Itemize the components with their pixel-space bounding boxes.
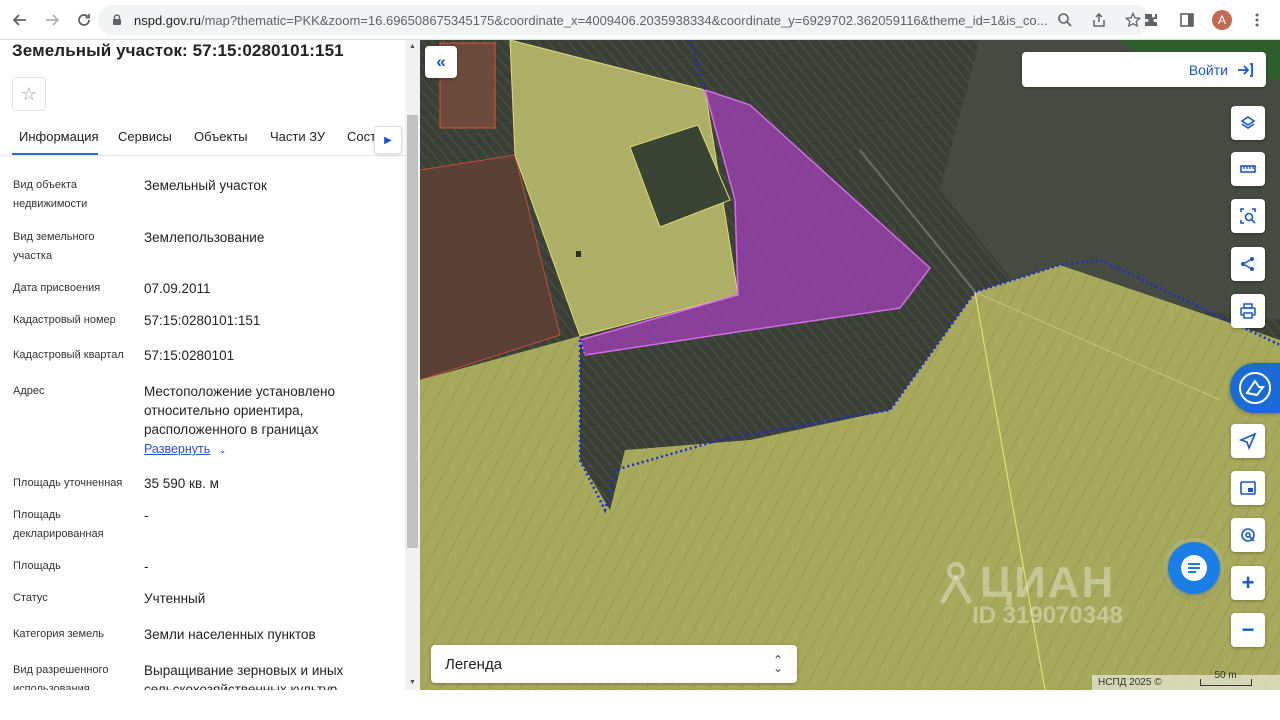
- forward-icon[interactable]: [40, 8, 64, 32]
- satellite-map: [420, 40, 1280, 690]
- attribute-value: 57:15:0280101:151: [144, 313, 261, 328]
- print-button[interactable]: [1231, 294, 1265, 328]
- attribute-label: Площадь декларированная: [13, 509, 104, 540]
- attribute-value: Землепользование: [144, 230, 265, 245]
- scroll-down-arrow-icon[interactable]: ▼: [405, 676, 420, 690]
- share-button[interactable]: [1231, 247, 1265, 281]
- attribute-label: Кадастровый номер: [13, 314, 116, 326]
- browser-menu-icon[interactable]: [1246, 9, 1268, 31]
- tabs-scroll-right-icon[interactable]: ▶: [374, 126, 402, 154]
- url-text: nspd.gov.ru/map?thematic=PKK&zoom=16.696…: [134, 12, 1048, 28]
- minimap-button[interactable]: [1231, 471, 1265, 505]
- attribute-value: 35 590 кв. м: [144, 476, 219, 491]
- expand-address-link[interactable]: Развернуть: [144, 442, 210, 456]
- chat-button[interactable]: [1168, 542, 1220, 594]
- print-icon: [1240, 303, 1256, 319]
- favorite-star-icon[interactable]: ☆: [12, 77, 46, 111]
- active-tab-indicator: [12, 153, 98, 155]
- watermark-brand: ЦИАН: [980, 558, 1116, 607]
- chat-icon: [1181, 555, 1207, 581]
- navigation-arrow-icon: [1239, 432, 1257, 450]
- watermark-id: ID 319070348: [972, 602, 1123, 629]
- attribute-value: Земли населенных пунктов: [144, 627, 316, 642]
- attribute-value: Выращивание зерновых и иных сельскохозяй…: [144, 663, 344, 690]
- scrollbar-thumb[interactable]: [407, 115, 418, 548]
- zoom-icon[interactable]: [1056, 11, 1074, 29]
- map-view[interactable]: « Войти + − ЦИАН ID 319070348 Легенда ⌃ …: [420, 40, 1280, 690]
- attribute-label: Кадастровый квартал: [13, 349, 124, 361]
- tab-parts[interactable]: Части ЗУ: [270, 129, 325, 144]
- panel-scrollbar[interactable]: ▲ ▼: [405, 40, 420, 690]
- browser-toolbar: nspd.gov.ru/map?thematic=PKK&zoom=16.696…: [0, 0, 1280, 40]
- scale-label: 50 m: [1214, 670, 1237, 681]
- tab-bar: Информация Сервисы Объекты Части ЗУ Сост…: [0, 120, 405, 156]
- attribute-label: Дата присвоения: [13, 282, 101, 294]
- attribute-value: 57:15:0280101: [144, 348, 235, 363]
- minimap-icon: [1240, 481, 1256, 495]
- attribute-value: -: [144, 508, 149, 523]
- side-panel-icon[interactable]: [1176, 9, 1198, 31]
- layers-button[interactable]: [1231, 106, 1265, 140]
- login-label: Войти: [1188, 61, 1228, 78]
- cian-logo-icon: [939, 562, 973, 605]
- attribute-value: 07.09.2011: [144, 281, 211, 296]
- extensions-icon[interactable]: [1140, 9, 1162, 31]
- login-icon: [1238, 62, 1253, 77]
- share-page-icon[interactable]: [1090, 11, 1108, 29]
- attribute-value: Земельный участок: [144, 178, 267, 193]
- address-bar[interactable]: nspd.gov.ru/map?thematic=PKK&zoom=16.696…: [98, 5, 1150, 35]
- attribute-value: -: [144, 559, 149, 574]
- attribute-label: Площадь: [13, 560, 61, 572]
- share-icon: [1241, 257, 1254, 271]
- attribute-value: Учтенный: [144, 591, 206, 606]
- scale-bar: 50 m: [1199, 671, 1252, 686]
- zoom-in-button[interactable]: +: [1231, 566, 1265, 600]
- layers-icon: [1240, 116, 1256, 129]
- site-info-icon[interactable]: [110, 13, 124, 27]
- nspd-logo-icon[interactable]: [1230, 363, 1280, 413]
- window-bottom-edge: [0, 690, 1280, 720]
- reload-icon[interactable]: [72, 8, 96, 32]
- page-title: Земельный участок: 57:15:0280101:151: [12, 41, 344, 60]
- ruler-icon: [1240, 165, 1256, 173]
- ruler-button[interactable]: [1231, 152, 1265, 186]
- attribute-label: Адрес: [13, 385, 45, 397]
- area-select-button[interactable]: [1231, 199, 1265, 233]
- area-search-icon: [1240, 208, 1256, 224]
- chevron-down-icon[interactable]: ⌄: [218, 445, 226, 456]
- profile-avatar[interactable]: А: [1212, 10, 1232, 30]
- attribute-label: Вид разрешенного использования: [13, 664, 109, 690]
- tab-services[interactable]: Сервисы: [118, 129, 172, 144]
- back-icon[interactable]: [8, 8, 32, 32]
- locate-button[interactable]: [1231, 424, 1265, 458]
- expand-toggle-icon: ⌃ ⌄: [772, 653, 783, 675]
- attribute-value: Местоположение установлено относительно …: [144, 384, 335, 437]
- tab-information[interactable]: Информация: [19, 129, 99, 144]
- attribute-label: Площадь уточненная: [13, 477, 123, 489]
- map-attribution: НСПД 2025 © 50 m: [1092, 671, 1280, 690]
- attribute-label: Категория земель: [13, 628, 104, 640]
- attribute-label: Вид объекта недвижимости: [13, 179, 88, 210]
- attribute-label: Вид земельного участка: [13, 231, 95, 262]
- info-panel: Земельный участок: 57:15:0280101:151 ☆ И…: [0, 40, 420, 690]
- tab-objects[interactable]: Объекты: [194, 129, 248, 144]
- scroll-up-arrow-icon[interactable]: ▲: [405, 40, 420, 54]
- cian-watermark: ЦИАН ID 319070348: [938, 558, 1123, 630]
- legend-label: Легенда: [445, 655, 503, 673]
- attribute-label: Статус: [13, 592, 48, 604]
- zoom-out-button[interactable]: −: [1231, 613, 1265, 647]
- attribution-text: НСПД 2025 ©: [1098, 677, 1162, 688]
- geolocation-button[interactable]: [1231, 518, 1265, 552]
- location-search-icon: [1241, 528, 1255, 542]
- legend-dropdown[interactable]: Легенда ⌃ ⌄: [431, 645, 797, 683]
- login-button[interactable]: Войти: [1022, 52, 1266, 87]
- collapse-panel-button[interactable]: «: [425, 46, 457, 78]
